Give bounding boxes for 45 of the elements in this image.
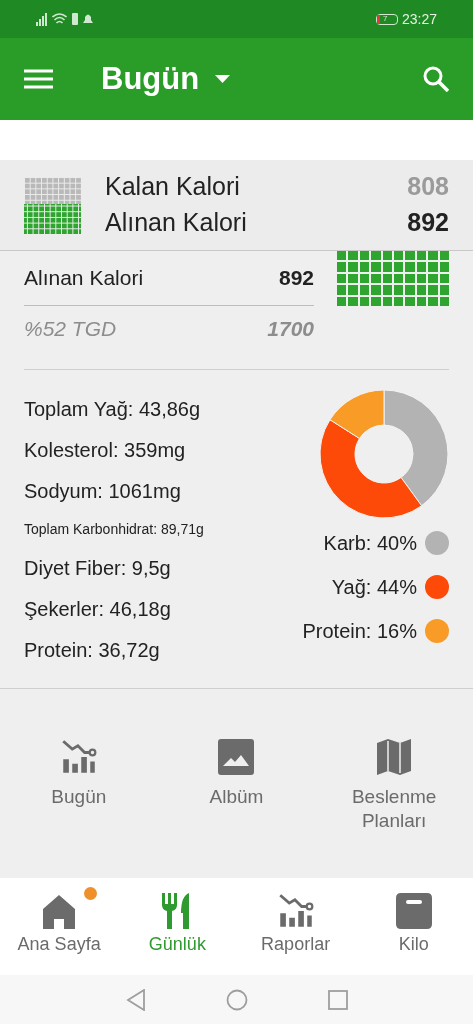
nutrient-text: Protein: 36,72g (24, 637, 160, 663)
signal-icon (36, 12, 47, 26)
daily-percent: %52 TGD (24, 316, 117, 343)
shortcut-button[interactable]: Beslenme Planları (315, 739, 473, 833)
nav-tab[interactable]: Kilo (354, 878, 473, 975)
nutrient-text: Toplam Karbonhidrat: 89,71g (24, 519, 204, 539)
calorie-grid-icon (24, 176, 81, 234)
shortcut-button[interactable]: Albüm (157, 739, 316, 809)
nav-tab[interactable]: Ana Sayfa (0, 878, 119, 975)
calories-label: Alınan Kalori (24, 265, 144, 292)
calorie-goal: 1700 (267, 316, 314, 343)
summary-value: 892 (407, 207, 449, 239)
legend-label: Protein: 16% (302, 619, 417, 644)
chart-icon (277, 893, 314, 929)
nav-tab[interactable]: Raporlar (236, 878, 355, 975)
home-icon[interactable] (225, 988, 248, 1011)
map-icon (376, 739, 413, 775)
nutrient-text: Şekerler: 46,18g (24, 596, 171, 622)
nav-tab[interactable]: Günlük (118, 878, 237, 975)
recents-icon[interactable] (327, 989, 348, 1010)
nutrient-text: Kolesterol: 359mg (24, 437, 186, 463)
chart-icon (60, 739, 97, 775)
date-dropdown[interactable]: Bugün (101, 55, 231, 103)
battery-saver-icon (72, 13, 78, 25)
legend-label: Yağ: 44% (331, 575, 417, 600)
nutrient-text: Sodyum: 1061mg (24, 478, 181, 504)
bell-icon (83, 13, 93, 25)
caret-icon (215, 75, 231, 83)
shortcut-button[interactable]: Bugün (0, 739, 158, 809)
clock: 23:27 (401, 9, 437, 29)
scale-icon (395, 893, 432, 929)
summary-value: 808 (407, 171, 449, 203)
nutrient-text: Diyet Fiber: 9,5g (24, 555, 171, 581)
wifi-icon (52, 13, 67, 25)
summary-label: Kalan Kalori (105, 171, 240, 203)
search-icon[interactable] (423, 66, 449, 92)
battery-level: 7 (382, 15, 388, 23)
image-icon (218, 739, 255, 775)
legend-label: Karb: 40% (323, 531, 417, 556)
summary-label: Alınan Kalori (105, 207, 247, 239)
calories-value: 892 (278, 265, 314, 292)
menu-icon[interactable] (24, 69, 53, 89)
nutrient-text: Toplam Yağ: 43,86g (24, 396, 201, 422)
house-icon (41, 893, 78, 929)
back-icon[interactable] (125, 988, 146, 1011)
